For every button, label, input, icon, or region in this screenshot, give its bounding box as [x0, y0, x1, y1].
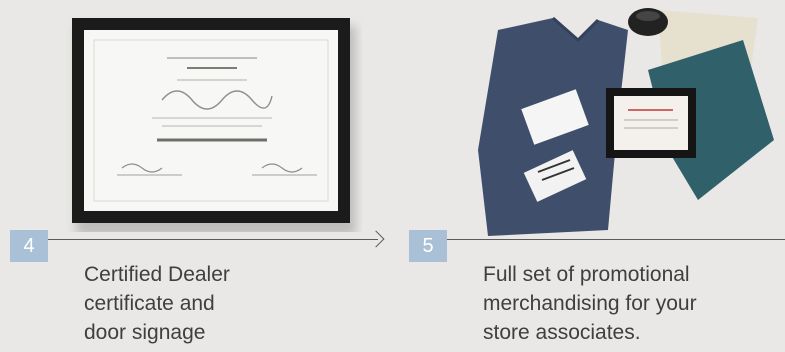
step-5-caption: Full set of promotional merchandising fo… — [483, 263, 697, 344]
certified-dealer-certificate-image — [62, 0, 362, 232]
timeline-line — [447, 239, 785, 240]
step-5-badge: 5 — [409, 230, 447, 262]
step-4-caption: Certified Dealer certificate and door si… — [84, 263, 230, 344]
timeline-line — [48, 239, 378, 240]
step-4-badge: 4 — [10, 230, 48, 262]
promotional-merchandise-image — [458, 0, 774, 238]
arrow-right-icon — [367, 230, 385, 248]
